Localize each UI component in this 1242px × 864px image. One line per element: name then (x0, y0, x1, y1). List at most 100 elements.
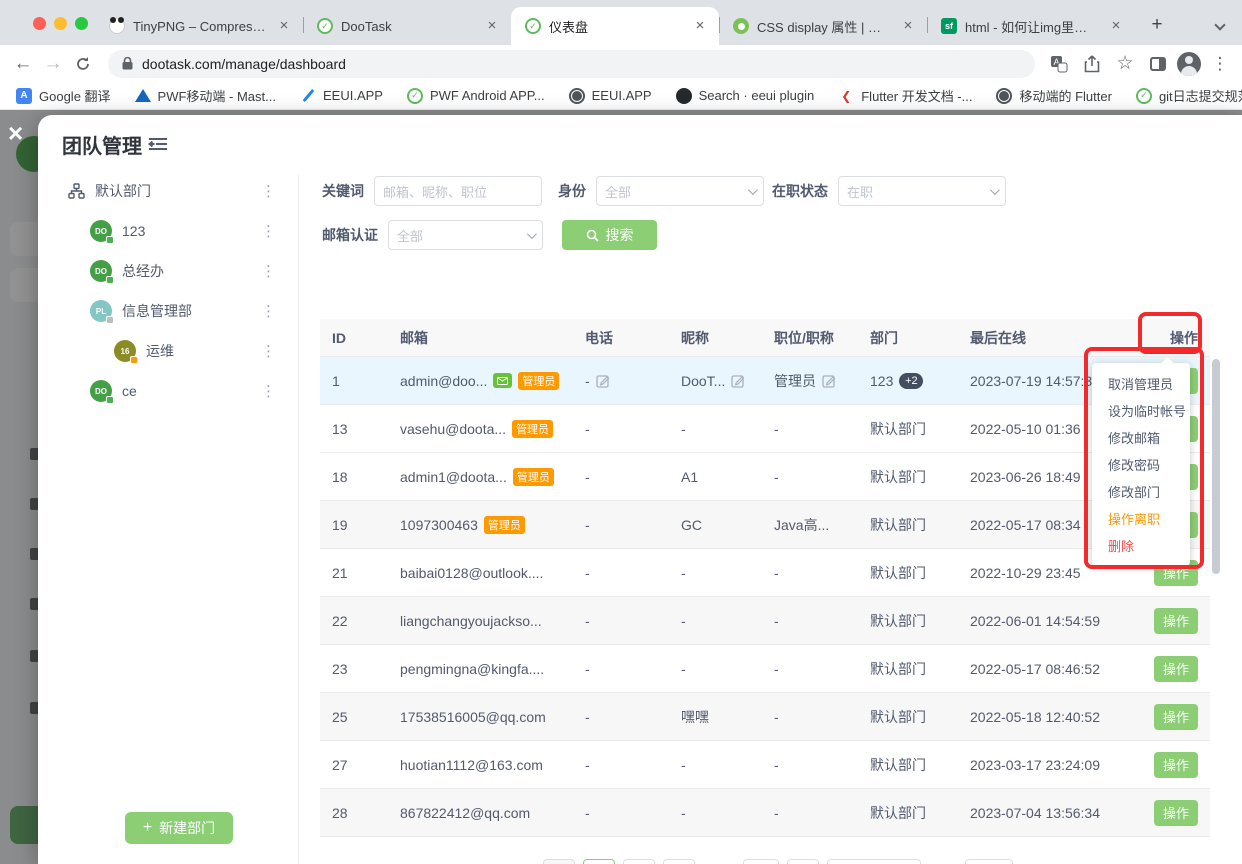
minimize-window-button[interactable] (54, 17, 67, 30)
back-button[interactable]: ← (8, 49, 38, 79)
page-size-select[interactable]: 20 条/页 (827, 859, 921, 864)
edit-icon[interactable] (822, 374, 836, 388)
bookmark-item[interactable]: PWF移动端 - Mast... (135, 86, 276, 105)
keyword-label: 关键词 (322, 181, 364, 201)
browser-tab[interactable]: CSS display 属性 | 菜鸟教 × (719, 7, 927, 45)
status-select[interactable]: 在职 (838, 176, 1006, 206)
identity-select[interactable]: 全部 (596, 176, 764, 206)
menu-item[interactable]: 设为临时帐号 (1092, 397, 1190, 424)
edit-icon[interactable] (596, 374, 610, 388)
extra-departments-badge[interactable]: +2 (899, 373, 923, 389)
browser-menu-icon[interactable]: ⋮ (1206, 50, 1234, 78)
cell-id: 18 (320, 469, 400, 485)
jump-page-input[interactable] (965, 859, 1013, 864)
department-tree-item[interactable]: DO 总经办 ⋮ (38, 251, 298, 291)
department-tree-item[interactable]: 16 运维 ⋮ (38, 331, 298, 371)
page-button[interactable]: 3 (663, 859, 695, 864)
menu-item[interactable]: 取消管理员 (1092, 370, 1190, 397)
share-icon[interactable] (1078, 50, 1106, 78)
cell-last-online: 2022-05-18 12:40:52 (970, 709, 1140, 725)
department-tree-item[interactable]: PL 信息管理部 ⋮ (38, 291, 298, 331)
department-name: 信息管理部 (122, 301, 192, 321)
url-text[interactable]: dootask.com/manage/dashboard (142, 56, 346, 72)
new-tab-button[interactable]: + (1144, 12, 1170, 38)
tab-close-icon[interactable]: × (275, 17, 293, 35)
table-row: 23 pengmingna@kingfa.... - (320, 645, 1210, 693)
department-more-icon[interactable]: ⋮ (261, 302, 276, 320)
col-header-email: 邮箱 (400, 328, 585, 348)
page-button[interactable]: 2 (623, 859, 655, 864)
cell-position: - (774, 565, 870, 581)
department-tree-item[interactable]: DO 123 ⋮ (38, 211, 298, 251)
browser-tab[interactable]: 仪表盘 × (511, 7, 719, 45)
row-action-button[interactable]: 操作 (1154, 656, 1198, 682)
menu-item[interactable]: 修改邮箱 (1092, 424, 1190, 451)
row-action-button[interactable]: 操作 (1154, 608, 1198, 634)
modal-close-icon[interactable]: × (8, 120, 23, 146)
side-panel-icon[interactable] (1144, 50, 1172, 78)
department-name: 默认部门 (95, 181, 151, 201)
forward-button[interactable]: → (38, 49, 68, 79)
browser-tab[interactable]: DooTask × (303, 7, 511, 45)
department-more-icon[interactable]: ⋮ (261, 182, 276, 200)
browser-tab[interactable]: html - 如何让img里的图片 × (927, 7, 1135, 45)
row-action-button[interactable]: 操作 (1154, 800, 1198, 826)
translate-icon[interactable]: A (1045, 50, 1073, 78)
cell-position: 管理员 (774, 371, 870, 391)
tab-close-icon[interactable]: × (1107, 17, 1125, 35)
collapse-menu-icon[interactable] (148, 137, 168, 151)
bookmark-item[interactable]: Google 翻译 (16, 86, 111, 105)
close-window-button[interactable] (33, 17, 46, 30)
department-more-icon[interactable]: ⋮ (261, 222, 276, 240)
cell-phone: - (585, 469, 681, 485)
bookmark-item[interactable]: 移动端的 Flutter (996, 86, 1111, 105)
department-more-icon[interactable]: ⋮ (261, 262, 276, 280)
maximize-window-button[interactable] (75, 17, 88, 30)
cell-phone: - (585, 565, 681, 581)
bookmark-item[interactable]: Search · eeui plugin (676, 88, 815, 104)
bookmark-label: Flutter 开发文档 -... (861, 86, 972, 105)
row-action-button[interactable]: 操作 (1154, 752, 1198, 778)
department-more-icon[interactable]: ⋮ (261, 382, 276, 400)
verify-select[interactable]: 全部 (388, 220, 543, 250)
reload-button[interactable] (68, 49, 98, 79)
edit-icon[interactable] (731, 374, 745, 388)
tab-search-chevron-icon[interactable] (1216, 16, 1228, 28)
browser-tab[interactable]: TinyPNG – Compress We × (95, 7, 303, 45)
department-more-icon[interactable]: ⋮ (261, 342, 276, 360)
row-action-button[interactable]: 操作 (1154, 704, 1198, 730)
lock-icon[interactable] (122, 57, 133, 70)
keyword-input[interactable]: 邮箱、昵称、职位 (374, 176, 542, 206)
tab-close-icon[interactable]: × (899, 17, 917, 35)
bookmark-item[interactable]: EEUI.APP (300, 88, 383, 104)
bookmark-item[interactable]: git日志提交规范 (1136, 86, 1242, 105)
bookmark-star-icon[interactable]: ☆ (1111, 50, 1139, 78)
page-button[interactable]: › (787, 859, 819, 864)
department-tree-item[interactable]: 默认部门 ⋮ (38, 171, 298, 211)
cell-id: 22 (320, 613, 400, 629)
page-button[interactable]: ‹ (543, 859, 575, 864)
tab-close-icon[interactable]: × (483, 17, 501, 35)
profile-avatar[interactable] (1177, 52, 1201, 76)
bookmark-item[interactable]: PWF Android APP... (407, 88, 545, 104)
page-button[interactable]: 1 (583, 859, 615, 864)
department-name: 总经办 (122, 261, 164, 281)
cell-email: liangchangyoujackso... (400, 613, 585, 629)
page-button[interactable]: … (703, 859, 735, 864)
bookmark-item[interactable]: EEUI.APP (569, 88, 652, 104)
bookmark-item[interactable]: Flutter 开发文档 -... (838, 86, 972, 105)
new-department-button[interactable]: + 新建部门 (125, 812, 233, 844)
menu-item[interactable]: 操作离职 (1092, 505, 1190, 532)
cell-nickname: - (681, 805, 774, 821)
menu-item[interactable]: 删除 (1092, 532, 1190, 559)
page-button[interactable]: 117 (743, 859, 779, 864)
cell-phone: - (585, 613, 681, 629)
menu-item[interactable]: 修改密码 (1092, 451, 1190, 478)
tab-close-icon[interactable]: × (691, 17, 709, 35)
search-button[interactable]: 搜索 (562, 220, 657, 250)
address-bar[interactable]: dootask.com/manage/dashboard (108, 50, 1035, 78)
department-tree-item[interactable]: DO ce ⋮ (38, 371, 298, 411)
menu-item[interactable]: 修改部门 (1092, 478, 1190, 505)
window-controls[interactable] (33, 17, 88, 30)
table-scrollbar[interactable] (1212, 359, 1220, 574)
